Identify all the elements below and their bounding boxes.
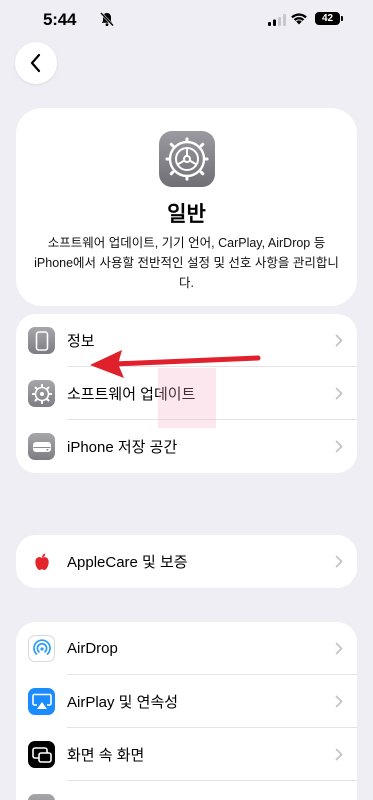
cellular-signal-icon xyxy=(268,13,286,31)
partial-icon xyxy=(28,794,55,800)
group-connectivity: AirDrop AirPlay 및 연속성 화면 속 화면 xyxy=(16,622,357,800)
chevron-right-icon xyxy=(335,695,343,708)
row-next-partial[interactable] xyxy=(16,781,357,800)
chevron-right-icon xyxy=(335,748,343,761)
bell-off-icon xyxy=(99,11,115,32)
group-applecare: AppleCare 및 보증 xyxy=(16,535,357,588)
row-airdrop[interactable]: AirDrop xyxy=(16,622,357,675)
iphone-icon xyxy=(28,327,55,354)
row-applecare[interactable]: AppleCare 및 보증 xyxy=(16,535,357,588)
row-picture-in-picture-label: 화면 속 화면 xyxy=(67,747,145,764)
airplay-icon xyxy=(28,688,55,715)
row-airdrop-label: AirDrop xyxy=(67,640,118,657)
wifi-icon xyxy=(290,12,308,30)
page-description: 소프트웨어 업데이트, 기기 언어, CarPlay, AirDrop 등 iP… xyxy=(34,236,339,290)
status-bar: 5:44 42 xyxy=(0,0,373,40)
gear-icon xyxy=(28,380,55,407)
row-picture-in-picture[interactable]: 화면 속 화면 xyxy=(16,728,357,781)
chevron-right-icon xyxy=(335,440,343,453)
battery-indicator: 42 xyxy=(315,12,340,25)
row-applecare-label: AppleCare 및 보증 xyxy=(67,554,188,571)
row-airplay-label: AirPlay 및 연속성 xyxy=(67,694,179,711)
chevron-left-icon xyxy=(30,53,41,73)
page-title: 일반 xyxy=(167,203,206,226)
annotation-arrow-icon xyxy=(90,350,261,378)
row-airplay[interactable]: AirPlay 및 연속성 xyxy=(16,675,357,728)
battery-tip xyxy=(341,16,343,21)
storage-icon xyxy=(28,433,55,460)
back-button[interactable] xyxy=(15,42,57,84)
apple-logo-icon xyxy=(28,548,55,575)
airdrop-icon xyxy=(28,635,55,662)
chevron-right-icon xyxy=(335,387,343,400)
status-time: 5:44 xyxy=(43,10,77,29)
chevron-right-icon xyxy=(335,555,343,568)
settings-gear-icon xyxy=(159,131,215,187)
picture-in-picture-icon xyxy=(28,741,55,768)
header-card: 일반 소프트웨어 업데이트, 기기 언어, CarPlay, AirDrop 등… xyxy=(16,108,357,306)
chevron-right-icon xyxy=(335,334,343,347)
chevron-right-icon xyxy=(335,642,343,655)
